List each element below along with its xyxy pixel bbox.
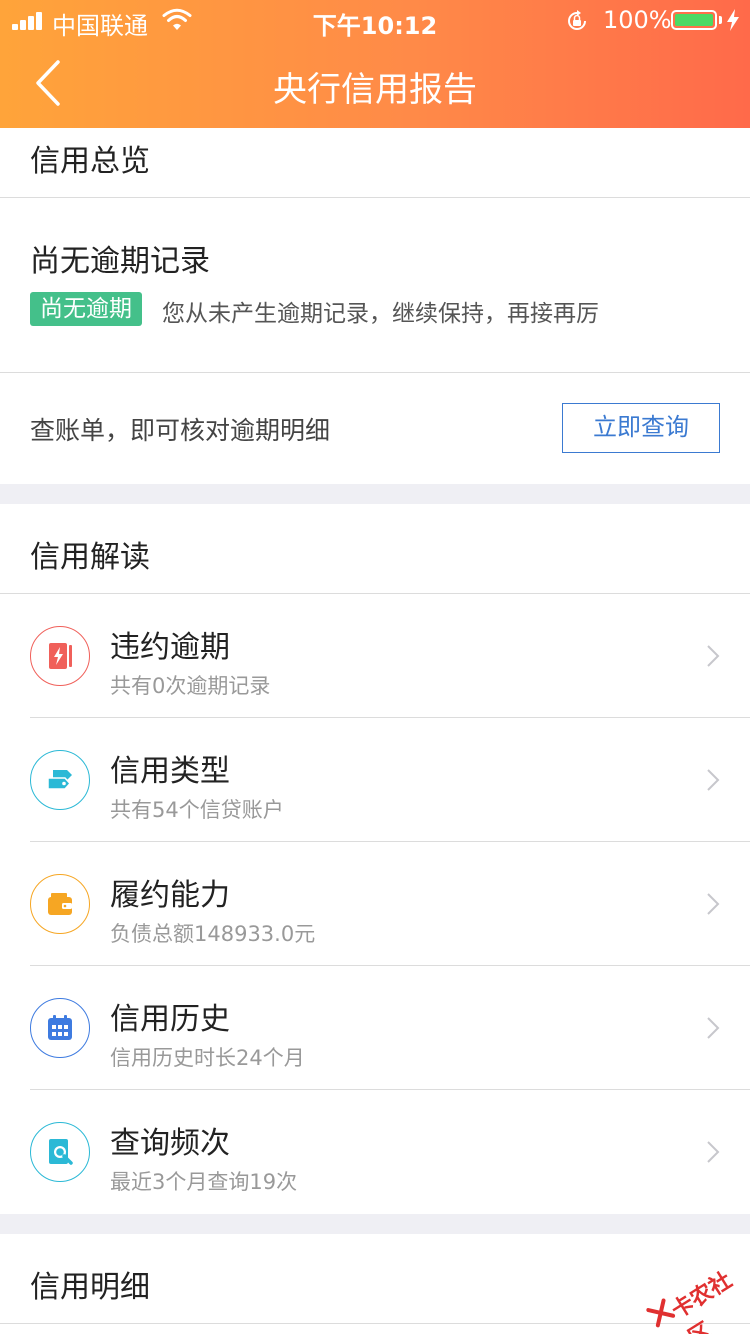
bill-hint: 查账单，即可核对逾期明细 [30, 416, 331, 445]
list-item-repayment-ability[interactable]: 履约能力 负债总额148933.0元 [0, 842, 750, 966]
divider [0, 197, 750, 198]
chevron-right-icon [707, 1017, 720, 1039]
detail-title[interactable]: 信用明细 [30, 1262, 150, 1306]
chevron-right-icon [707, 769, 720, 791]
item-subtitle: 共有54个信贷账户 [110, 798, 284, 822]
list-item-query-frequency[interactable]: 查询频次 最近3个月查询19次 [0, 1090, 750, 1214]
tag-card-icon [30, 750, 90, 810]
overdue-status-title: 尚无逾期记录 [30, 244, 210, 279]
battery-icon [671, 10, 717, 30]
orientation-lock-icon [568, 10, 586, 30]
alert-card-icon [30, 626, 90, 686]
item-title: 信用类型 [110, 754, 230, 789]
item-subtitle: 信用历史时长24个月 [110, 1046, 305, 1070]
battery-fill [675, 14, 713, 26]
status-bar: 中国联通 下午10:12 100% [0, 0, 750, 40]
query-now-button[interactable]: 立即查询 [562, 403, 720, 453]
item-title: 查询频次 [110, 1126, 230, 1161]
list-item-credit-type[interactable]: 信用类型 共有54个信贷账户 [0, 718, 750, 842]
wallet-icon [30, 874, 90, 934]
divider [0, 1323, 750, 1324]
divider [0, 372, 750, 373]
item-title: 履约能力 [110, 878, 230, 913]
list-item-credit-history[interactable]: 信用历史 信用历史时长24个月 [0, 966, 750, 1090]
charging-bolt-icon [727, 9, 739, 31]
chevron-right-icon [707, 893, 720, 915]
battery-percent: 100% [603, 6, 672, 34]
item-subtitle: 最近3个月查询19次 [110, 1170, 298, 1194]
item-subtitle: 共有0次逾期记录 [110, 674, 271, 698]
chevron-right-icon [707, 1141, 720, 1163]
list-item-default-overdue[interactable]: 违约逾期 共有0次逾期记录 [0, 594, 750, 718]
battery-cap [719, 16, 722, 24]
calendar-icon [30, 998, 90, 1058]
overview-title: 信用总览 [30, 144, 150, 179]
status-badge: 尚无逾期 [30, 292, 142, 326]
status-description: 您从未产生逾期记录，继续保持，再接再厉 [162, 301, 599, 327]
page-title: 央行信用报告 [273, 70, 477, 110]
search-doc-icon [30, 1122, 90, 1182]
interpretation-title: 信用解读 [30, 540, 150, 575]
item-title: 违约逾期 [110, 630, 230, 665]
item-title: 信用历史 [110, 1002, 230, 1037]
chevron-right-icon [707, 645, 720, 667]
credit-report-page: 中国联通 下午10:12 100% 央行信用报告 信用总览 尚无逾期记录 尚无逾… [0, 0, 750, 1334]
header: 中国联通 下午10:12 100% 央行信用报告 [0, 0, 750, 128]
item-subtitle: 负债总额148933.0元 [110, 922, 316, 946]
